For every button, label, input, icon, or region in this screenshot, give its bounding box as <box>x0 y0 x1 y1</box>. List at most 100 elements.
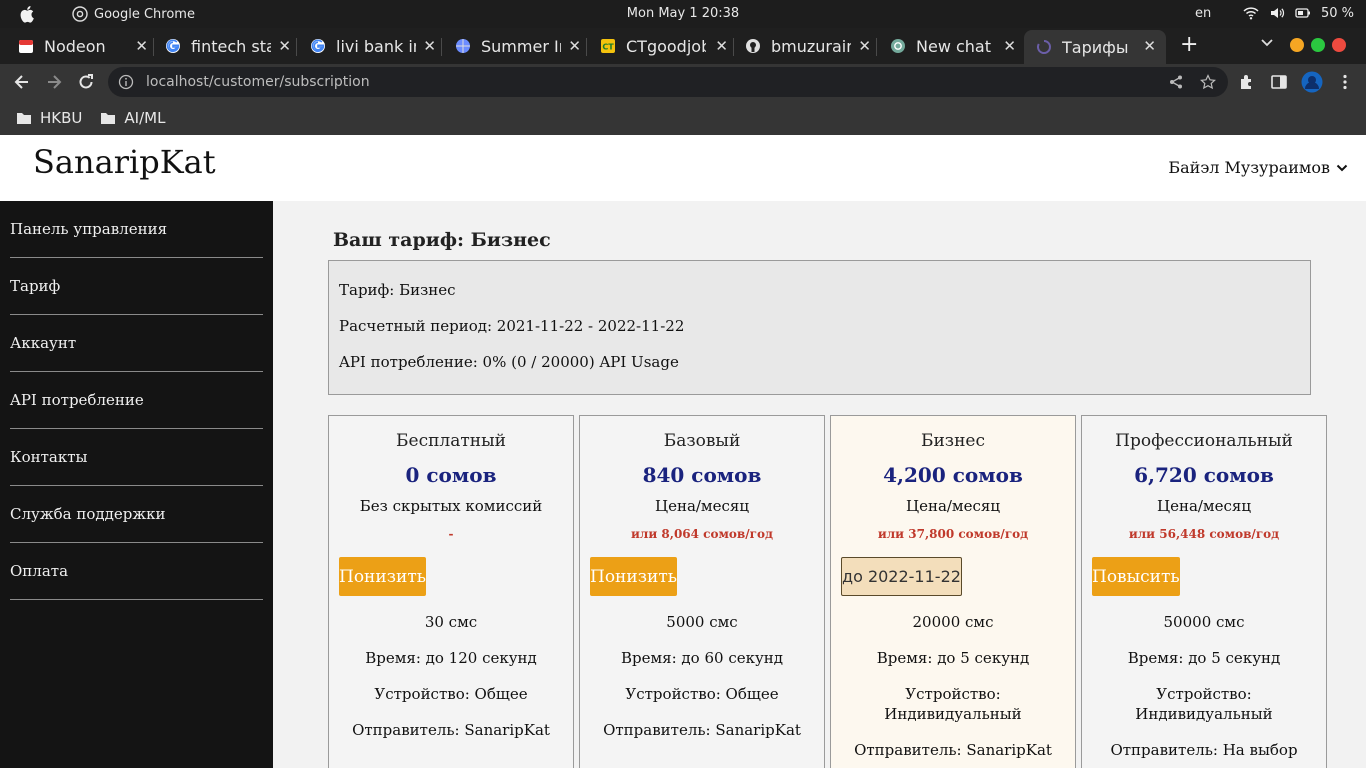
plan-card-free: Бесплатный 0 сомов Без скрытых комиссий … <box>328 415 574 768</box>
extensions-icon[interactable] <box>1238 73 1256 91</box>
main-content: Ваш тариф: Бизнес Тариф: Бизнес Расчетны… <box>273 201 1366 768</box>
plan-feature-device: Устройство: Индивидуальный <box>884 685 1022 723</box>
bookmark-label: AI/ML <box>124 108 166 127</box>
ctgoodjobs-icon: CT <box>600 38 616 54</box>
api-usage-text: API потребление: 0% (0 / 20000) API Usag… <box>339 353 679 371</box>
plan-feature-sender: Отправитель: На выбор <box>1110 741 1298 759</box>
plan-price: 0 сомов <box>405 463 497 487</box>
google-icon <box>310 38 326 54</box>
plan-price: 840 сомов <box>642 463 762 487</box>
sidebar-item-payment[interactable]: Оплата <box>10 543 263 600</box>
profile-avatar-icon[interactable] <box>1301 71 1323 93</box>
chevron-down-icon <box>1336 164 1348 171</box>
close-icon[interactable]: ✕ <box>135 37 148 55</box>
system-tray[interactable]: 50 % <box>1243 5 1354 21</box>
tab-github[interactable]: bmuzuraim ✕ <box>745 30 877 62</box>
google-icon <box>165 38 181 54</box>
minimize-button[interactable] <box>1290 38 1304 52</box>
address-bar[interactable]: localhost/customer/subscription <box>108 67 1228 97</box>
site-header: SanaripKat Байэл Музураимов <box>0 135 1366 201</box>
keyboard-language[interactable]: en <box>1195 6 1211 21</box>
page-title: Ваш тариф: Бизнес <box>333 229 551 251</box>
os-top-bar: Google Chrome Mon May 1 20:38 en 50 % <box>0 0 1366 28</box>
plan-card-business: Бизнес 4,200 сомов Цена/месяц или 37,800… <box>830 415 1076 768</box>
battery-icon <box>1295 8 1310 18</box>
volume-icon <box>1271 8 1285 18</box>
plan-feature-sms: 5000 смс <box>666 613 738 631</box>
battery-percent: 50 % <box>1321 5 1355 21</box>
close-icon[interactable]: ✕ <box>858 37 871 55</box>
url-text[interactable]: localhost/customer/subscription <box>146 74 370 90</box>
close-window-button[interactable] <box>1332 38 1346 52</box>
plan-name: Бизнес <box>920 431 985 451</box>
chevron-down-icon[interactable] <box>1260 36 1274 50</box>
reload-icon[interactable] <box>76 72 96 92</box>
bookmark-ai-ml[interactable]: AI/ML <box>100 109 165 127</box>
tab-livi-bank[interactable]: livi bank int ✕ <box>310 30 442 62</box>
maximize-button[interactable] <box>1311 38 1325 52</box>
tab-summer[interactable]: Summer In ✕ <box>455 30 587 62</box>
new-tab-button[interactable]: + <box>1180 34 1198 56</box>
globe-icon <box>455 38 471 54</box>
tab-title: fintech star <box>191 36 271 56</box>
plan-name: Базовый <box>663 431 741 451</box>
sidebar-item-account[interactable]: Аккаунт <box>10 315 263 372</box>
tab-title: CTgoodjobs <box>626 36 706 56</box>
close-icon[interactable]: ✕ <box>1143 37 1156 55</box>
plan-yearly-price: или 37,800 сомов/год <box>877 527 1029 541</box>
tab-strip: Nodeon ✕ fintech star ✕ livi bank int ✕ … <box>0 28 1366 64</box>
info-icon[interactable] <box>118 74 134 90</box>
share-icon[interactable] <box>1168 74 1184 90</box>
tab-title: New chat <box>916 36 991 56</box>
site-logo[interactable]: SanaripKat <box>33 143 216 181</box>
user-menu[interactable]: Байэл Музураимов <box>1168 158 1348 177</box>
sidebar-item-dashboard[interactable]: Панель управления <box>10 201 263 258</box>
star-icon[interactable] <box>1200 74 1216 90</box>
side-panel-icon[interactable] <box>1270 73 1288 91</box>
plan-price-note: Цена/месяц <box>654 497 749 515</box>
plan-card-professional: Профессиональный 6,720 сомов Цена/месяц … <box>1081 415 1327 768</box>
close-icon[interactable]: ✕ <box>715 37 728 55</box>
bookmark-hkbu[interactable]: HKBU <box>16 109 82 127</box>
sidebar-item-support[interactable]: Служба поддержки <box>10 486 263 543</box>
sidebar-item-tariff[interactable]: Тариф <box>10 258 263 315</box>
close-icon[interactable]: ✕ <box>568 37 581 55</box>
upgrade-button[interactable]: Повысить <box>1092 557 1180 596</box>
close-icon[interactable]: ✕ <box>278 37 291 55</box>
plan-feature-device: Устройство: Общее <box>625 685 779 703</box>
plan-feature-sms: 50000 смс <box>1163 613 1245 631</box>
downgrade-button[interactable]: Понизить <box>590 557 677 596</box>
tab-tariffs[interactable]: Тарифы ✕ <box>1024 30 1166 64</box>
sidebar-item-contacts[interactable]: Контакты <box>10 429 263 486</box>
plan-price: 4,200 сомов <box>883 463 1023 487</box>
plan-feature-sms: 30 смс <box>424 613 478 631</box>
tab-ctgoodjobs[interactable]: CT CTgoodjobs ✕ <box>600 30 734 62</box>
plan-name: Профессиональный <box>1115 431 1293 451</box>
current-plan-button[interactable]: до 2022-11-22 <box>841 557 962 596</box>
tab-fintech[interactable]: fintech star ✕ <box>165 30 297 62</box>
clock[interactable]: Mon May 1 20:38 <box>0 6 1366 21</box>
spinner-icon <box>1036 39 1052 55</box>
plan-price-note: Без скрытых комиссий <box>359 497 543 515</box>
plans-grid: Бесплатный 0 сомов Без скрытых комиссий … <box>328 415 1327 768</box>
plan-feature-time: Время: до 5 секунд <box>876 649 1030 667</box>
user-name: Байэл Музураимов <box>1168 158 1330 177</box>
github-icon <box>745 38 761 54</box>
plan-feature-sms: 20000 смс <box>912 613 994 631</box>
sidebar-item-api-usage[interactable]: API потребление <box>10 372 263 429</box>
close-icon[interactable]: ✕ <box>1003 37 1016 55</box>
more-options-icon[interactable] <box>1336 73 1354 91</box>
tab-nodeon[interactable]: Nodeon ✕ <box>18 30 154 62</box>
tab-title: bmuzuraim <box>771 36 851 56</box>
bookmark-label: HKBU <box>40 108 83 127</box>
plan-feature-time: Время: до 120 секунд <box>365 649 537 667</box>
back-icon[interactable] <box>12 72 32 92</box>
tab-title: Summer In <box>481 36 561 56</box>
tab-new-chat[interactable]: New chat ✕ <box>890 30 1020 62</box>
downgrade-button[interactable]: Понизить <box>339 557 426 596</box>
forward-icon[interactable] <box>44 72 64 92</box>
plan-feature-sender: Отправитель: SanaripKat <box>854 741 1052 759</box>
tab-title: Nodeon <box>44 36 106 56</box>
svg-text:CT: CT <box>602 43 614 52</box>
close-icon[interactable]: ✕ <box>423 37 436 55</box>
